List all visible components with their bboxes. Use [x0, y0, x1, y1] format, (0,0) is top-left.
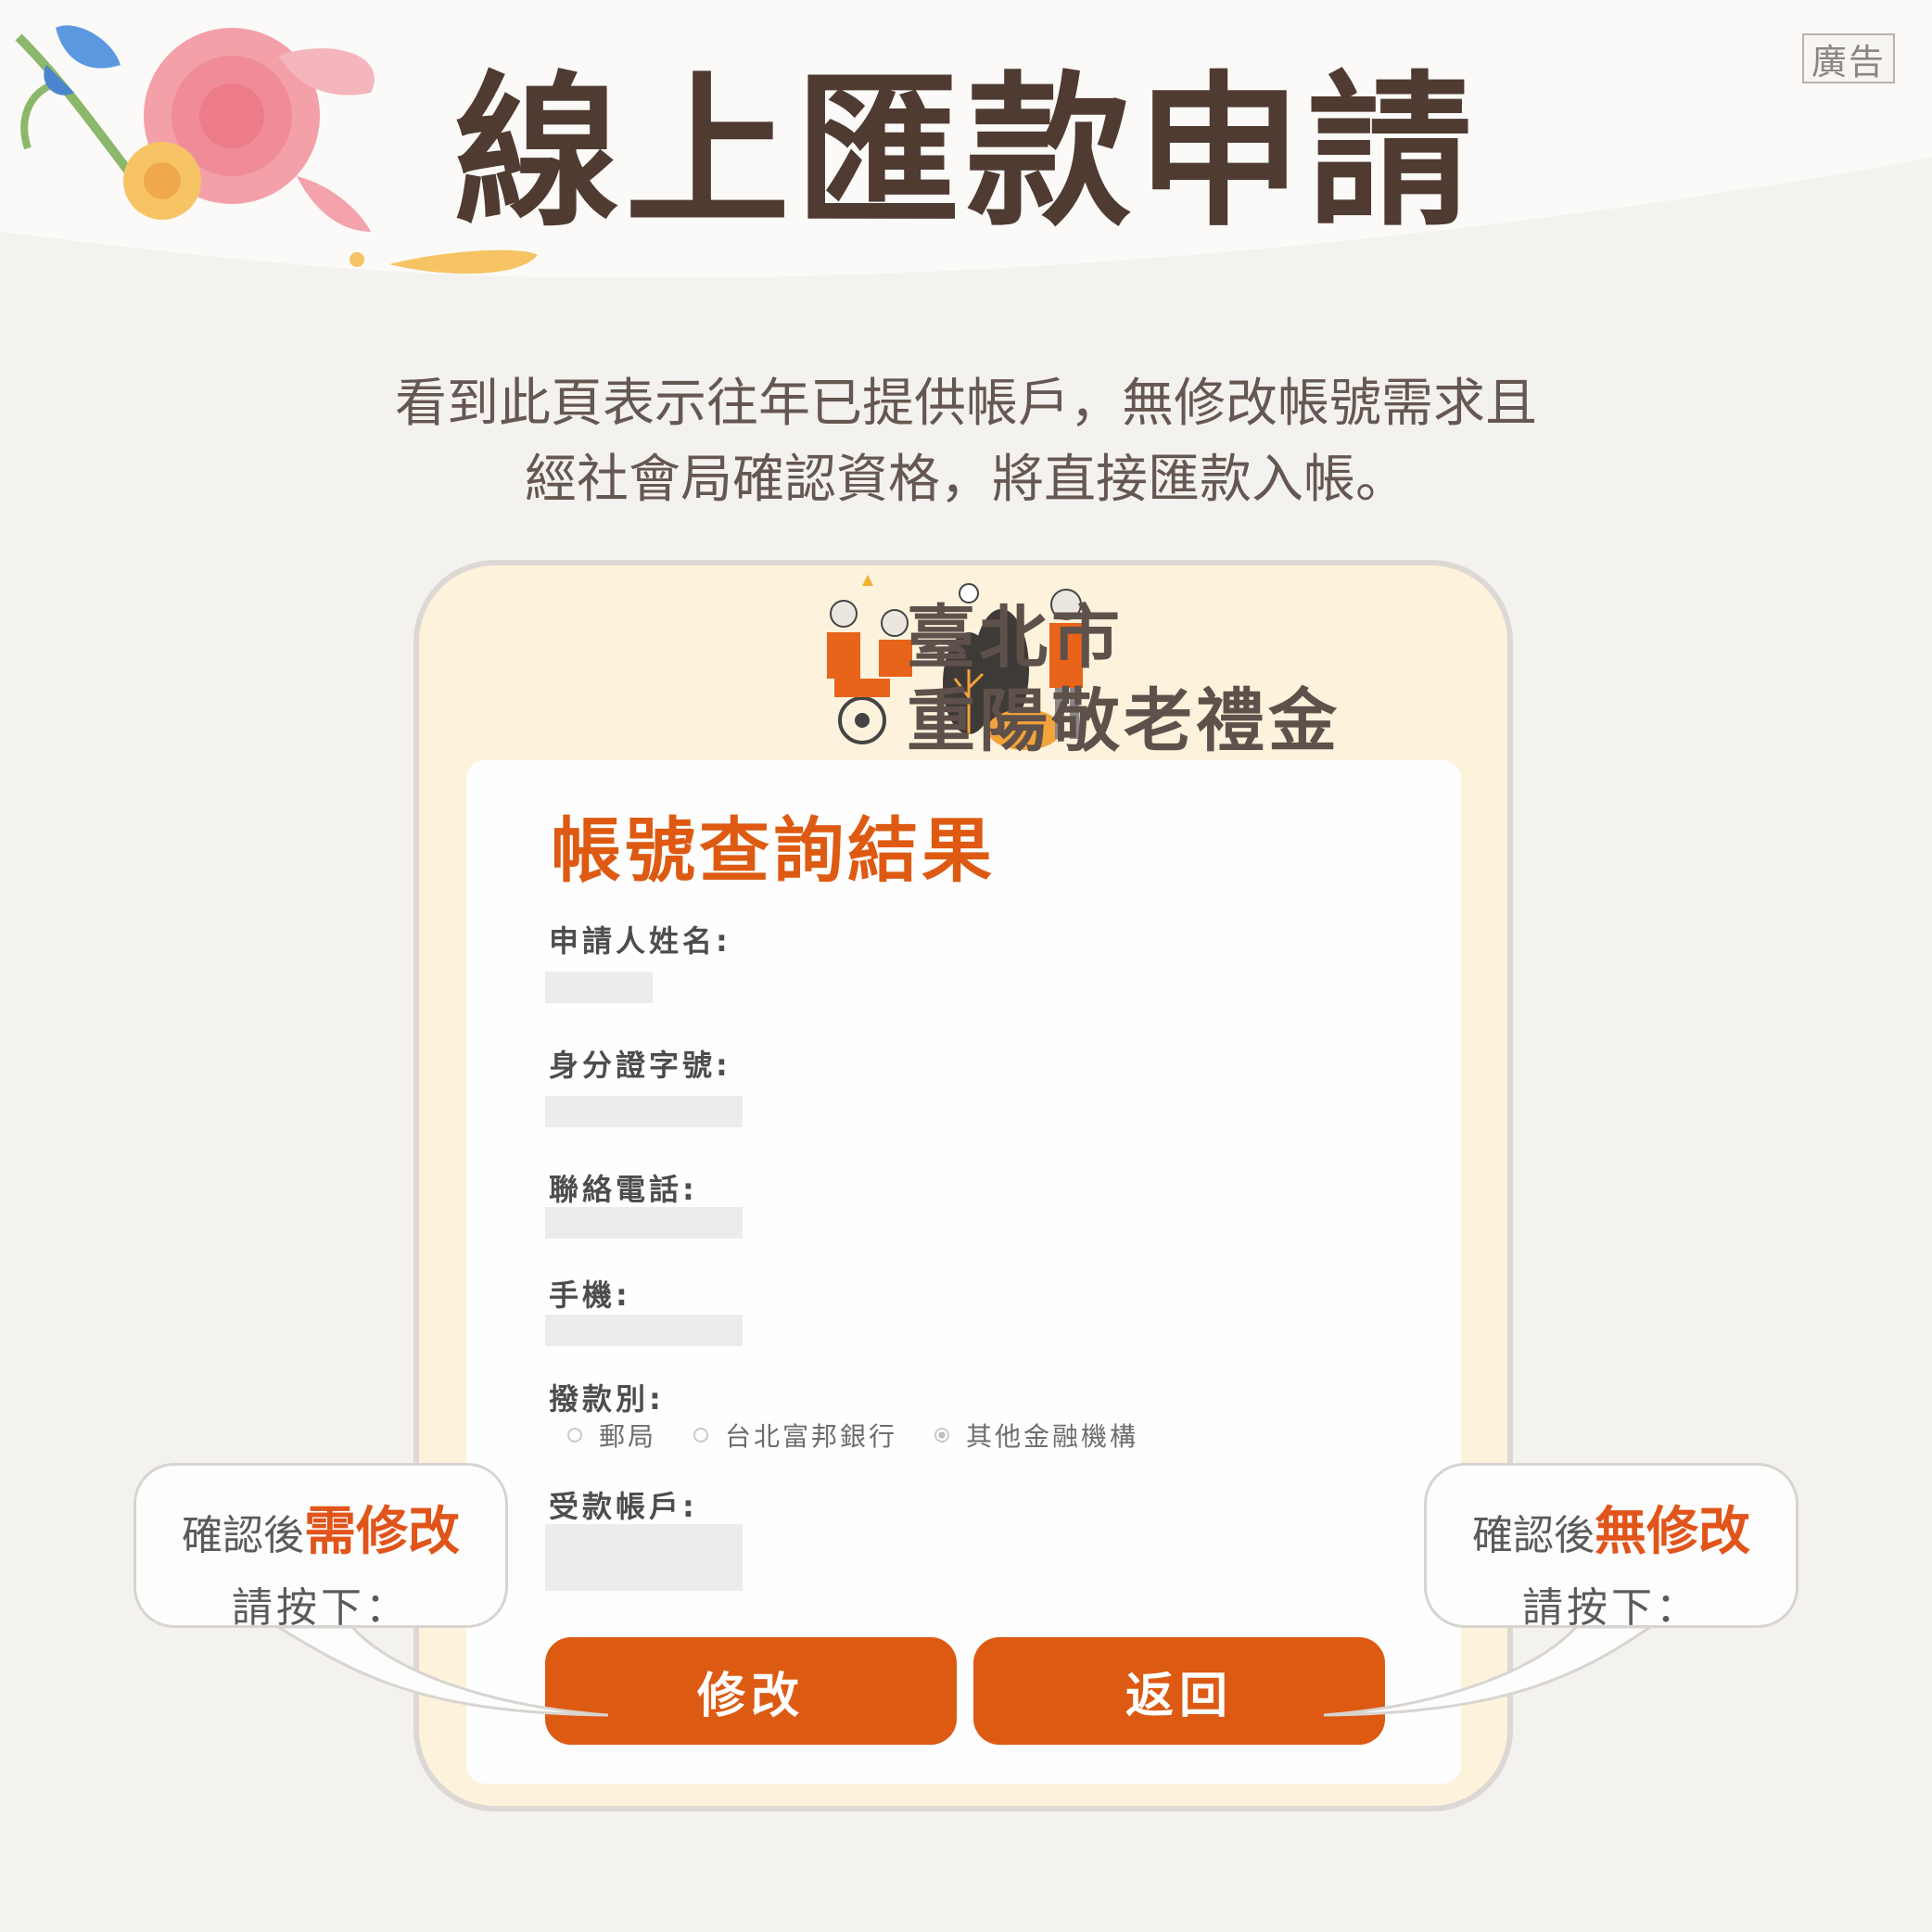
- callout-needs-modify: 確認後需修改 請按下：: [133, 1463, 508, 1632]
- callout-line-1: 確認後需修改: [136, 1490, 505, 1565]
- phone-label: 聯絡電話:: [549, 1172, 698, 1207]
- phone-value: [545, 1207, 743, 1239]
- banner-title: 重陽敬老禮金: [907, 681, 1341, 761]
- radio-button-selected[interactable]: [934, 1428, 950, 1443]
- radio-option-post-office[interactable]: 郵局: [567, 1417, 656, 1454]
- mobile-label: 手機:: [549, 1277, 631, 1313]
- payment-type-radio-group: 郵局 台北富邦銀行 其他金融機構: [567, 1417, 1176, 1454]
- radio-label: 郵局: [599, 1421, 657, 1452]
- intro-line-2: 經社會局確認資格，將直接匯款入帳。: [525, 450, 1407, 510]
- radio-button[interactable]: [693, 1428, 709, 1443]
- intro-line-1: 看到此頁表示往年已提供帳戶，無修改帳號需求且: [395, 374, 1537, 434]
- radio-option-fubon-bank[interactable]: 台北富邦銀行: [693, 1417, 897, 1454]
- applicant-name-label: 申請人姓名:: [549, 923, 731, 959]
- id-number-value: [545, 1096, 743, 1127]
- radio-label: 台北富邦銀行: [725, 1421, 898, 1452]
- id-number-label: 身分證字號:: [549, 1048, 731, 1083]
- intro-text: 看到此頁表示往年已提供帳戶，無修改帳號需求且 經社會局確認資格，將直接匯款入帳。: [0, 366, 1932, 518]
- receiving-account-label: 受款帳戶:: [549, 1489, 698, 1524]
- mobile-value: [545, 1315, 743, 1346]
- radio-label: 其他金融機構: [966, 1421, 1139, 1452]
- page-title: 線上匯款申請: [454, 57, 1478, 248]
- callout-emphasis: 無修改: [1595, 1502, 1750, 1562]
- callout-line-1: 確認後無修改: [1427, 1490, 1796, 1565]
- back-button[interactable]: 返回: [973, 1637, 1385, 1745]
- callout-line-2: 請按下：: [1522, 1584, 1700, 1632]
- modify-button[interactable]: 修改: [545, 1637, 957, 1745]
- callout-prefix: 確認後: [1472, 1512, 1595, 1559]
- callout-line-2: 請按下：: [232, 1584, 410, 1632]
- callout-prefix: 確認後: [182, 1512, 304, 1559]
- radio-button[interactable]: [567, 1428, 582, 1443]
- applicant-name-value: [545, 972, 653, 1003]
- callout-emphasis: 需修改: [304, 1502, 460, 1562]
- receiving-account-value: [545, 1524, 743, 1591]
- radio-option-other-institution[interactable]: 其他金融機構: [934, 1417, 1138, 1454]
- callout-no-modify: 確認後無修改 請按下：: [1424, 1463, 1799, 1632]
- payment-type-label: 撥款別:: [549, 1381, 665, 1417]
- form-heading: 帳號查詢結果: [551, 809, 996, 892]
